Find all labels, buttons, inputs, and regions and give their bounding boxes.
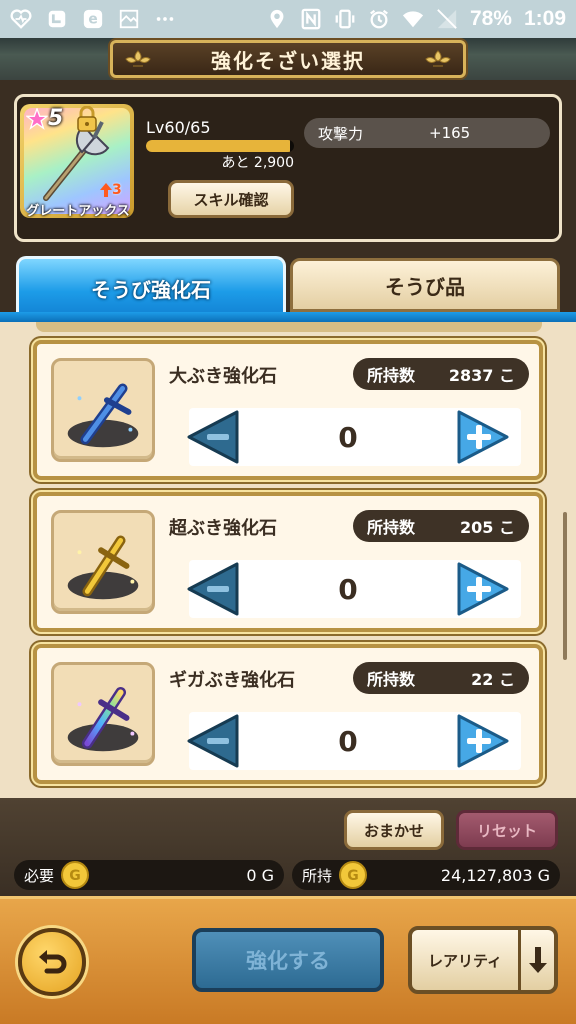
rarity-sort-button[interactable]: レアリティ — [408, 926, 558, 994]
image-icon — [118, 8, 140, 30]
lock-icon[interactable] — [76, 106, 98, 132]
blue-sword-stone-icon — [67, 383, 139, 448]
fleur-ornament-icon — [125, 50, 151, 67]
equipment-name: グレートアックス — [26, 204, 130, 219]
e-icon: e — [82, 8, 104, 30]
gold-coin-icon: G — [339, 861, 368, 889]
quantity-value: 0 — [338, 420, 358, 454]
owned-count: 2837 こ — [448, 366, 515, 385]
list-item: 大ぶき強化石 所持数 2837 こ 0 — [33, 340, 543, 480]
plus-button[interactable] — [455, 560, 511, 618]
owned-gold: 所持 G 24,127,803 G — [292, 860, 560, 890]
wifi-icon — [402, 8, 424, 30]
owned-gold-amount: 24,127,803 G — [440, 865, 550, 885]
owned-gold-label: 所持 — [302, 866, 333, 885]
sort-order-toggle[interactable] — [521, 945, 554, 975]
back-button[interactable] — [18, 928, 86, 996]
stone-name: ギガぶき強化石 — [169, 670, 295, 691]
rarity-value: 5 — [48, 106, 64, 131]
alarm-icon — [368, 8, 390, 30]
list-item: ギガぶき強化石 所持数 22 こ 0 — [33, 644, 543, 784]
location-icon — [266, 8, 288, 30]
svg-text:e: e — [88, 12, 97, 28]
tab-equip-items[interactable]: そうび品 — [290, 258, 560, 312]
tab-equip-stones[interactable]: そうび強化石 — [16, 256, 286, 318]
plus-button[interactable] — [455, 408, 511, 466]
owned-label: 所持数 — [367, 670, 416, 689]
quantity-value: 0 — [338, 572, 358, 606]
rainbow-star-icon — [26, 107, 48, 130]
required-amount: 0 G — [246, 865, 274, 885]
stone-name: 大ぶき強化石 — [169, 366, 277, 387]
equipment-level: Lv60/65 — [146, 118, 211, 137]
list-scrollbar[interactable] — [563, 512, 567, 660]
rarity-sort-label: レアリティ — [427, 951, 503, 970]
plus-badge: 3 — [100, 182, 122, 198]
status-bar: e 78% 1:09 — [0, 0, 576, 38]
minus-button[interactable] — [185, 408, 241, 466]
stone-thumbnail — [51, 358, 155, 462]
exp-bar-fill — [146, 140, 290, 152]
more-icon — [154, 8, 176, 30]
gold-sword-stone-icon — [67, 535, 139, 600]
stone-thumbnail — [51, 662, 155, 766]
stone-name: 超ぶき強化石 — [169, 518, 277, 539]
battery-icon — [436, 8, 458, 30]
owned-count: 22 こ — [471, 670, 515, 689]
nfc-icon — [300, 8, 322, 30]
up-arrow-icon — [100, 183, 112, 197]
list-item-edge — [36, 322, 542, 332]
stat-label: 攻撃力 — [318, 124, 364, 143]
svg-text:G: G — [347, 868, 359, 884]
heart-monitor-icon — [10, 8, 32, 30]
exp-remaining: あと 2,900 — [221, 155, 294, 171]
owned-count: 205 こ — [460, 518, 515, 537]
rainbow-sword-stone-icon — [67, 687, 139, 752]
shoe-icon — [46, 8, 68, 30]
stone-thumbnail — [51, 510, 155, 614]
owned-label: 所持数 — [367, 518, 416, 537]
down-arrow-icon — [528, 947, 547, 973]
minus-button[interactable] — [185, 560, 241, 618]
title-banner: 強化そざい選択 — [110, 40, 466, 78]
required-label: 必要 — [24, 866, 55, 885]
enhance-button[interactable]: 強化する — [192, 928, 384, 992]
exp-bar — [146, 140, 294, 152]
rarity-badge: 5 — [26, 106, 63, 131]
list-item: 超ぶき強化石 所持数 205 こ 0 — [33, 492, 543, 632]
stat-pill: 攻撃力 +165 — [304, 118, 550, 148]
auto-select-button[interactable]: おまかせ — [344, 810, 444, 850]
gold-coin-icon: G — [61, 861, 90, 889]
battery-level: 78% — [469, 7, 512, 30]
back-arrow-icon — [39, 950, 67, 974]
stat-value: +165 — [429, 124, 471, 142]
page-title: 強化そざい選択 — [211, 48, 365, 73]
vibrate-icon — [334, 8, 356, 30]
owned-label: 所持数 — [367, 366, 416, 385]
minus-button[interactable] — [185, 712, 241, 770]
quantity-value: 0 — [338, 724, 358, 758]
owned-count-pill: 所持数 2837 こ — [353, 358, 529, 390]
plus-button[interactable] — [455, 712, 511, 770]
svg-text:G: G — [69, 868, 81, 884]
tab-underline — [0, 312, 576, 322]
plus-value: 3 — [112, 182, 122, 198]
clock: 1:09 — [523, 7, 566, 30]
owned-count-pill: 所持数 22 こ — [353, 662, 529, 694]
required-gold: 必要 G 0 G — [14, 860, 284, 890]
owned-count-pill: 所持数 205 こ — [353, 510, 529, 542]
fleur-ornament-icon — [425, 50, 451, 67]
skill-check-button[interactable]: スキル確認 — [168, 180, 294, 218]
reset-button[interactable]: リセット — [456, 810, 558, 850]
